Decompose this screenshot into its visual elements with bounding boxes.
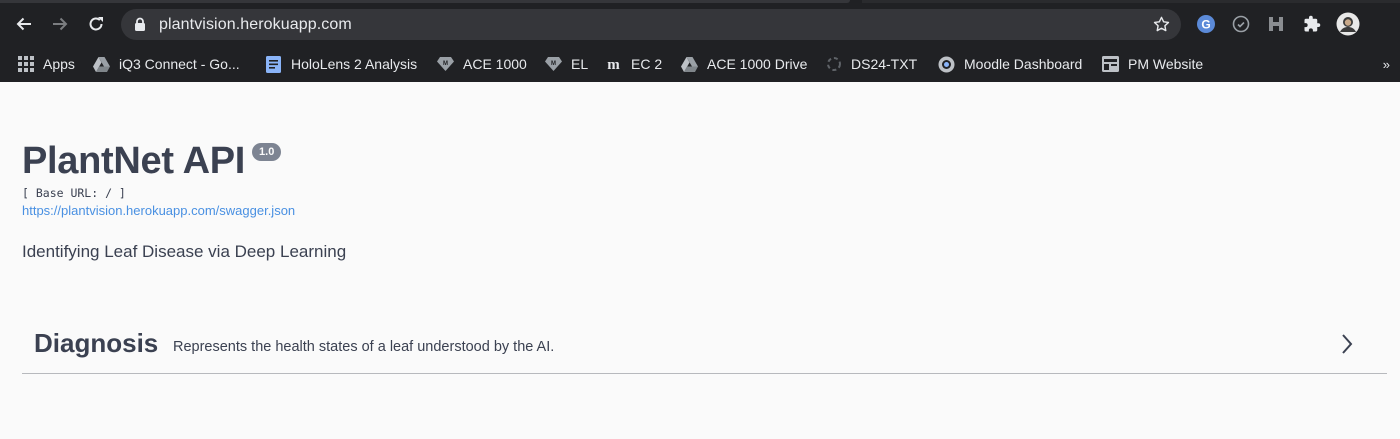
bookmark-apps[interactable]: Apps [17,52,75,76]
reload-icon [89,17,103,31]
docs-icon [265,55,282,73]
h-extension-icon[interactable] [1265,13,1287,35]
chevron-right-icon[interactable] [1340,333,1354,355]
grammarly-extension-icon[interactable]: G [1195,13,1217,35]
api-description: Identifying Leaf Disease via Deep Learni… [22,242,347,261]
bookmark-label: EL [571,56,589,72]
bookmark-ace-1000-drive[interactable]: ACE 1000 Drive [681,52,807,76]
browser-chrome: plantvision.herokuapp.com G Apps iQ3 Con… [0,0,1400,82]
lock-icon [135,17,145,31]
address-url[interactable]: plantvision.herokuapp.com [159,16,352,34]
bookmark-ds24-txt[interactable]: DS24-TXT [825,52,917,76]
svg-text:M: M [443,61,448,67]
drive-icon [681,56,698,73]
page-title: PlantNet API [22,140,246,182]
bookmark-label: Apps [43,56,75,72]
version-badge: 1.0 [252,143,282,161]
moodle-icon [938,56,955,73]
bookmark-label: ACE 1000 [463,56,527,72]
gem-icon: M [437,56,454,73]
bookmarks-bar: Apps iQ3 Connect - Go... HoloLens 2 Anal… [0,48,1400,82]
bookmark-label: EC 2 [631,56,663,72]
svg-text:G: G [1201,18,1210,32]
tag-description: Represents the health states of a leaf u… [173,339,555,355]
tag-name[interactable]: Diagnosis [34,328,158,359]
back-arrow-icon [16,17,31,31]
site-icon [1102,56,1119,73]
bookmarks-overflow-button[interactable]: » [1383,57,1390,72]
reload-button[interactable] [83,11,109,37]
bookmark-pm-website[interactable]: PM Website [1102,52,1203,76]
bookmark-el[interactable]: M EL [545,52,588,76]
bookmark-label: DS24-TXT [851,56,918,72]
profile-avatar[interactable] [1336,12,1360,36]
bookmark-star-icon[interactable] [1152,15,1171,34]
m-logo-icon: m [605,56,622,73]
bookmark-label: Moodle Dashboard [964,56,1083,72]
bookmark-ec-2[interactable]: m EC 2 [605,52,662,76]
gem-icon: M [545,56,562,73]
bookmark-label: iQ3 Connect - Go... [119,56,240,72]
api-header: PlantNet API 1.0 [22,138,282,184]
drive-icon [93,56,110,73]
back-button[interactable] [11,11,37,37]
tag-diagnosis[interactable]: Diagnosis Represents the health states o… [22,323,1387,374]
svg-text:M: M [551,61,556,67]
bookmark-iq3-connect[interactable]: iQ3 Connect - Go... [93,52,240,76]
forward-button[interactable] [47,11,73,37]
bookmark-ace-1000[interactable]: M ACE 1000 [437,52,527,76]
base-url: [ Base URL: / ] [22,186,126,200]
bookmark-hololens-analysis[interactable]: HoloLens 2 Analysis [265,52,417,76]
swagger-page: PlantNet API 1.0 [ Base URL: / ] https:/… [0,82,1400,439]
address-bar[interactable]: plantvision.herokuapp.com [121,9,1181,40]
swagger-json-link[interactable]: https://plantvision.herokuapp.com/swagge… [22,203,295,218]
bookmark-moodle-dashboard[interactable]: Moodle Dashboard [938,52,1082,76]
bookmark-label: ACE 1000 Drive [707,56,808,72]
toolbar: plantvision.herokuapp.com G [0,0,1400,48]
extensions-puzzle-icon[interactable] [1301,13,1323,35]
forward-arrow-icon [53,17,68,31]
clock-extension-icon[interactable] [1230,13,1252,35]
svg-text:m: m [607,57,620,71]
bookmark-label: HoloLens 2 Analysis [291,56,418,72]
apps-grid-icon [17,56,34,73]
loader-icon [825,56,842,73]
bookmark-label: PM Website [1128,56,1204,72]
